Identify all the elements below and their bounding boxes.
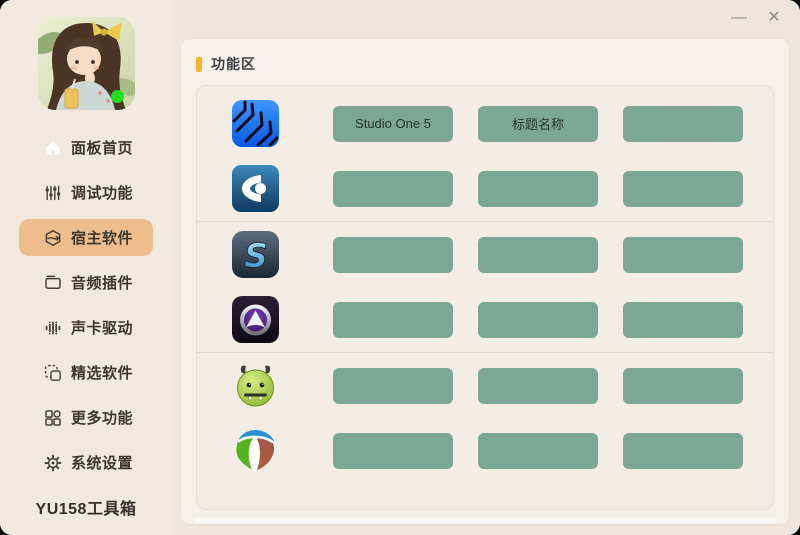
action-button[interactable]: [333, 432, 453, 469]
pro-tools-icon: [232, 296, 279, 343]
app-group: Studio One 5 标题名称: [197, 91, 773, 221]
app-title: YU158工具箱: [35, 501, 137, 518]
action-button[interactable]: [623, 236, 743, 273]
action-button[interactable]: [623, 367, 743, 404]
sidebar-item-host-software[interactable]: 宿主软件: [19, 219, 153, 256]
home-icon: [46, 140, 60, 155]
function-panel: Studio One 5 标题名称 S: [196, 85, 774, 510]
app-window: 面板首页 调试功能 宿主软件 音频插件 声卡驱动 精选软件 更多功能 系统设置 …: [0, 0, 800, 535]
app-group: S: [197, 221, 773, 352]
sidebar-item-label: 面板首页: [71, 140, 134, 157]
sidebar-item-label: 宿主软件: [71, 230, 134, 247]
sidebar-item-debug[interactable]: 调试功能: [19, 174, 153, 211]
svg-text:S: S: [244, 236, 268, 275]
app-row-studio-one: Studio One 5 标题名称: [197, 91, 773, 156]
equalizer-icon: [45, 321, 61, 335]
cubase-icon: [232, 165, 279, 212]
minimize-button[interactable]: —: [729, 7, 749, 29]
action-button[interactable]: [333, 301, 453, 338]
window-controls: — ✕: [729, 7, 784, 29]
app-row-cubase: [197, 156, 773, 221]
sidebar-item-featured-software[interactable]: 精选软件: [19, 354, 153, 391]
plugin-window-icon: [45, 275, 61, 289]
action-button[interactable]: [333, 236, 453, 273]
green-monster-icon: [232, 362, 279, 409]
app-row-green-monster: [197, 353, 773, 418]
section-header: 功能区: [180, 38, 790, 85]
content-card: 功能区 Studio One 5 标题名称 S: [180, 38, 790, 525]
accent-bar: [196, 56, 202, 72]
sidebar-item-label: 声卡驱动: [71, 320, 134, 337]
action-button[interactable]: [478, 301, 598, 338]
close-button[interactable]: ✕: [764, 7, 784, 29]
app-row-samplitude: S: [197, 222, 773, 287]
app-group: [197, 352, 773, 483]
sidebar-nav: 面板首页 调试功能 宿主软件 音频插件 声卡驱动 精选软件 更多功能 系统设置: [0, 129, 172, 481]
online-status-dot: [110, 90, 124, 103]
action-button[interactable]: [478, 236, 598, 273]
sidebar-item-more-functions[interactable]: 更多功能: [19, 399, 153, 436]
sidebar-item-label: 精选软件: [71, 365, 134, 382]
action-button[interactable]: [333, 367, 453, 404]
section-title: 功能区: [211, 56, 256, 72]
sidebar: 面板首页 调试功能 宿主软件 音频插件 声卡驱动 精选软件 更多功能 系统设置 …: [0, 0, 172, 535]
action-button[interactable]: Studio One 5: [333, 105, 453, 142]
faders-icon: [45, 185, 61, 200]
samplitude-icon: S: [232, 231, 279, 278]
action-button[interactable]: [623, 432, 743, 469]
sidebar-item-label: 更多功能: [71, 410, 134, 427]
sidebar-item-label: 系统设置: [71, 455, 134, 472]
action-button[interactable]: [623, 170, 743, 207]
action-button[interactable]: [623, 105, 743, 142]
avatar: [37, 17, 135, 110]
sidebar-item-audio-plugins[interactable]: 音频插件: [19, 264, 153, 301]
sidebar-item-label: 调试功能: [71, 185, 134, 202]
horizontal-scrollbar[interactable]: [193, 517, 777, 524]
app-row-pro-tools: [197, 287, 773, 352]
action-button[interactable]: [333, 170, 453, 207]
action-button[interactable]: 标题名称: [478, 105, 598, 142]
gear-icon: [44, 454, 62, 471]
sidebar-item-label: 音频插件: [71, 275, 134, 292]
grid-icon: [45, 409, 61, 426]
selection-icon: [44, 364, 61, 381]
sidebar-item-system-settings[interactable]: 系统设置: [19, 444, 153, 481]
sidebar-item-soundcard-driver[interactable]: 声卡驱动: [19, 309, 153, 346]
reaper-icon: [232, 427, 279, 474]
main-area: — ✕ 功能区 Studio One 5 标题名称 S: [172, 0, 800, 535]
sidebar-item-panel-home[interactable]: 面板首页: [19, 129, 153, 166]
app-row-reaper: [197, 418, 773, 483]
package-icon: [45, 229, 61, 246]
action-button[interactable]: [623, 301, 743, 338]
studio-one-icon: [232, 100, 279, 147]
action-button[interactable]: [478, 367, 598, 404]
action-button[interactable]: [478, 432, 598, 469]
action-button[interactable]: [478, 170, 598, 207]
